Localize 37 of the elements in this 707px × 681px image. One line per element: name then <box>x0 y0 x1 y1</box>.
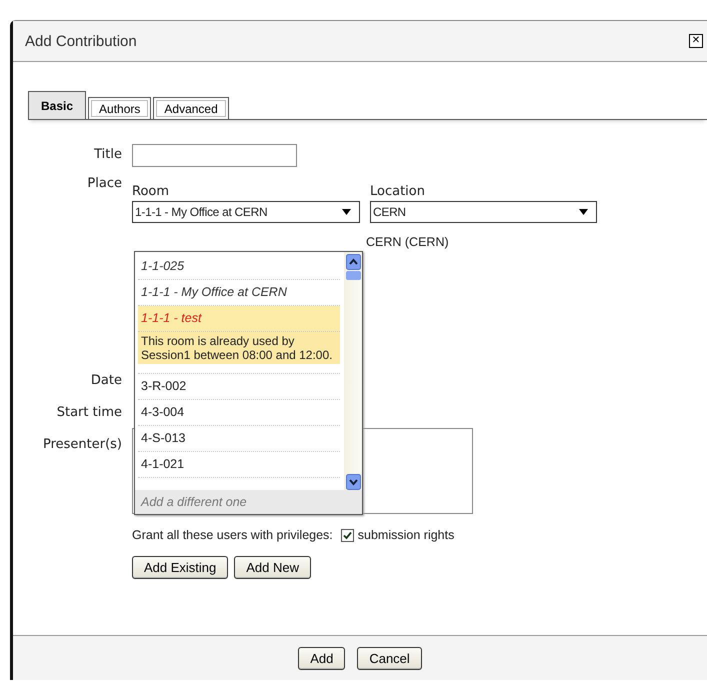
scroll-down-icon[interactable] <box>346 474 360 490</box>
dialog-button[interactable]: Cancel <box>357 646 422 670</box>
add-button[interactable]: Add Existing <box>132 556 228 579</box>
tab[interactable]: Basic <box>28 91 86 119</box>
tab[interactable]: Advanced <box>153 97 229 119</box>
field-label: Location <box>370 183 426 201</box>
room-option[interactable]: 4-3-004 <box>138 400 340 426</box>
field-label: Date <box>90 372 123 390</box>
room-select[interactable]: 1-1-1 - My Office at CERN <box>132 201 360 223</box>
caret-icon <box>579 209 588 215</box>
dialog-button[interactable]: Add <box>298 646 346 670</box>
scroll-thumb[interactable] <box>346 271 360 280</box>
field-label: Title <box>93 146 123 164</box>
grant-text: Grant all these users with privileges: <box>132 528 333 542</box>
checkbox-label: submission rights <box>358 528 454 542</box>
location-select[interactable]: CERN <box>370 201 597 223</box>
scrollbar[interactable] <box>344 252 362 490</box>
room-option[interactable]: 4-S-013 <box>138 426 340 452</box>
close-button[interactable]: ✕ <box>689 34 703 48</box>
location-note: CERN (CERN) <box>366 235 450 249</box>
add-different-option[interactable]: Add a different one <box>135 490 362 514</box>
window-title: Add Contribution <box>25 32 137 50</box>
scroll-up-icon[interactable] <box>346 254 360 270</box>
room-option[interactable]: 3-R-002 <box>138 374 340 400</box>
checkbox[interactable] <box>340 528 354 542</box>
field-label: Presenter(s) <box>42 436 123 454</box>
title-field[interactable] <box>132 144 297 167</box>
add-button[interactable]: Add New <box>234 556 312 579</box>
field-label: Place <box>86 175 123 193</box>
room-option[interactable]: 4-1-021 <box>138 452 340 478</box>
tab[interactable]: Authors <box>88 97 152 119</box>
room-option[interactable]: 1-1-1 - test <box>138 306 340 332</box>
field-label: Room <box>132 183 170 201</box>
room-option[interactable]: 1-1-025 <box>138 254 340 280</box>
field-label: Start time <box>56 404 123 422</box>
tooltip: This room is already used by Session1 between 08:00 and 12:00. <box>138 332 340 364</box>
caret-icon <box>342 209 351 215</box>
